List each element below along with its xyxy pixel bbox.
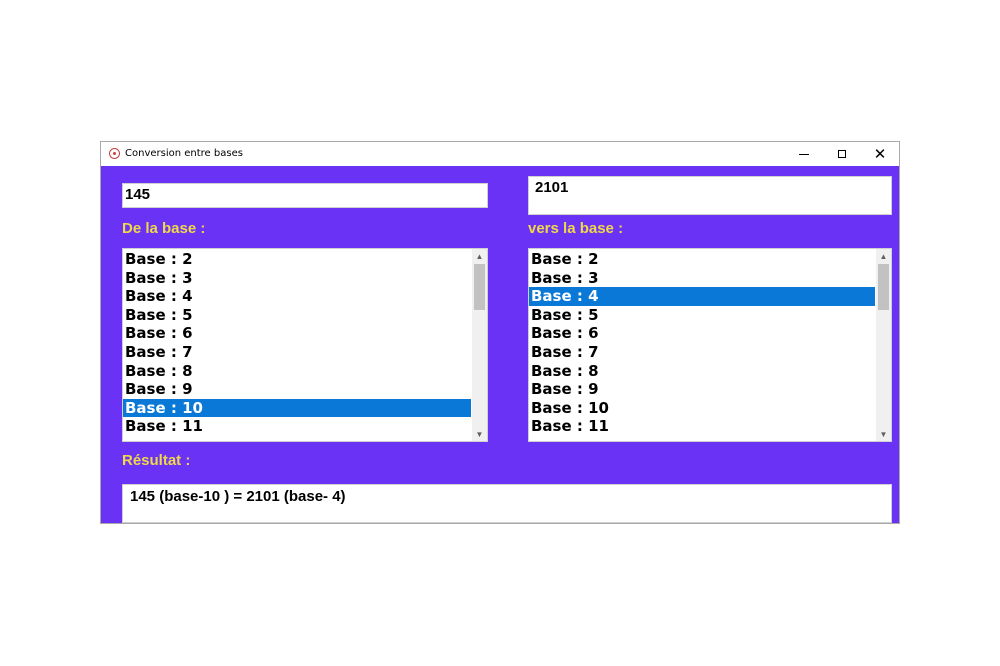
list-item[interactable]: Base : 9 bbox=[123, 380, 471, 399]
list-item[interactable]: Base : 7 bbox=[123, 343, 471, 362]
scroll-up-icon[interactable]: ▲ bbox=[876, 249, 891, 263]
list-item[interactable]: Base : 2 bbox=[123, 250, 471, 269]
app-icon bbox=[109, 148, 120, 159]
list-item[interactable]: Base : 6 bbox=[123, 324, 471, 343]
list-item[interactable]: Base : 2 bbox=[529, 250, 875, 269]
number-input[interactable]: 145 bbox=[122, 183, 488, 208]
close-icon: ✕ bbox=[873, 144, 887, 163]
list-item[interactable]: Base : 6 bbox=[529, 324, 875, 343]
from-base-items: Base : 2 Base : 3 Base : 4 Base : 5 Base : 6… bbox=[123, 250, 471, 436]
maximize-button[interactable] bbox=[823, 142, 861, 166]
list-item[interactable]: Base : 11 bbox=[123, 417, 471, 436]
close-button[interactable]: ✕ bbox=[861, 142, 899, 166]
scroll-thumb[interactable] bbox=[474, 264, 485, 310]
list-item[interactable]: Base : 9 bbox=[529, 380, 875, 399]
to-base-listbox[interactable]: Base : 2 Base : 3 Base : 4 Base : 5 Base : 6… bbox=[528, 248, 892, 442]
list-item[interactable]: Base : 8 bbox=[123, 362, 471, 381]
to-base-label: vers la base : bbox=[528, 220, 624, 237]
window-title: Conversion entre bases bbox=[125, 148, 243, 159]
list-item[interactable]: Base : 8 bbox=[529, 362, 875, 381]
scroll-up-icon[interactable]: ▲ bbox=[472, 249, 487, 263]
converted-output-field[interactable]: 2101 bbox=[528, 176, 892, 215]
list-item[interactable]: Base : 11 bbox=[529, 417, 875, 436]
minimize-icon bbox=[799, 153, 809, 155]
list-item[interactable]: Base : 4 bbox=[123, 287, 471, 306]
title-bar[interactable]: Conversion entre bases ✕ bbox=[101, 142, 899, 166]
list-item[interactable]: Base : 3 bbox=[123, 269, 471, 288]
from-base-scrollbar[interactable]: ▲ ▼ bbox=[472, 249, 487, 441]
list-item[interactable]: Base : 5 bbox=[123, 306, 471, 325]
list-item[interactable]: Base : 7 bbox=[529, 343, 875, 362]
result-field[interactable]: 145 (base-10 ) = 2101 (base- 4) bbox=[122, 484, 892, 523]
from-base-listbox[interactable]: Base : 2 Base : 3 Base : 4 Base : 5 Base : 6… bbox=[122, 248, 488, 442]
minimize-button[interactable] bbox=[785, 142, 823, 166]
list-item[interactable]: Base : 5 bbox=[529, 306, 875, 325]
scroll-down-icon[interactable]: ▼ bbox=[876, 427, 891, 441]
list-item[interactable]: Base : 10 bbox=[529, 399, 875, 418]
app-window: Conversion entre bases ✕ 145 2101 De la … bbox=[100, 141, 900, 524]
maximize-icon bbox=[838, 150, 846, 158]
scroll-down-icon[interactable]: ▼ bbox=[472, 427, 487, 441]
list-item[interactable]: Base : 3 bbox=[529, 269, 875, 288]
list-item[interactable]: Base : 10 bbox=[123, 398, 471, 418]
list-item[interactable]: Base : 4 bbox=[529, 287, 875, 306]
from-base-label: De la base : bbox=[122, 220, 206, 237]
scroll-thumb[interactable] bbox=[878, 264, 889, 310]
to-base-scrollbar[interactable]: ▲ ▼ bbox=[876, 249, 891, 441]
result-label: Résultat : bbox=[122, 452, 191, 469]
to-base-items: Base : 2 Base : 3 Base : 4 Base : 5 Base : 6… bbox=[529, 250, 875, 436]
